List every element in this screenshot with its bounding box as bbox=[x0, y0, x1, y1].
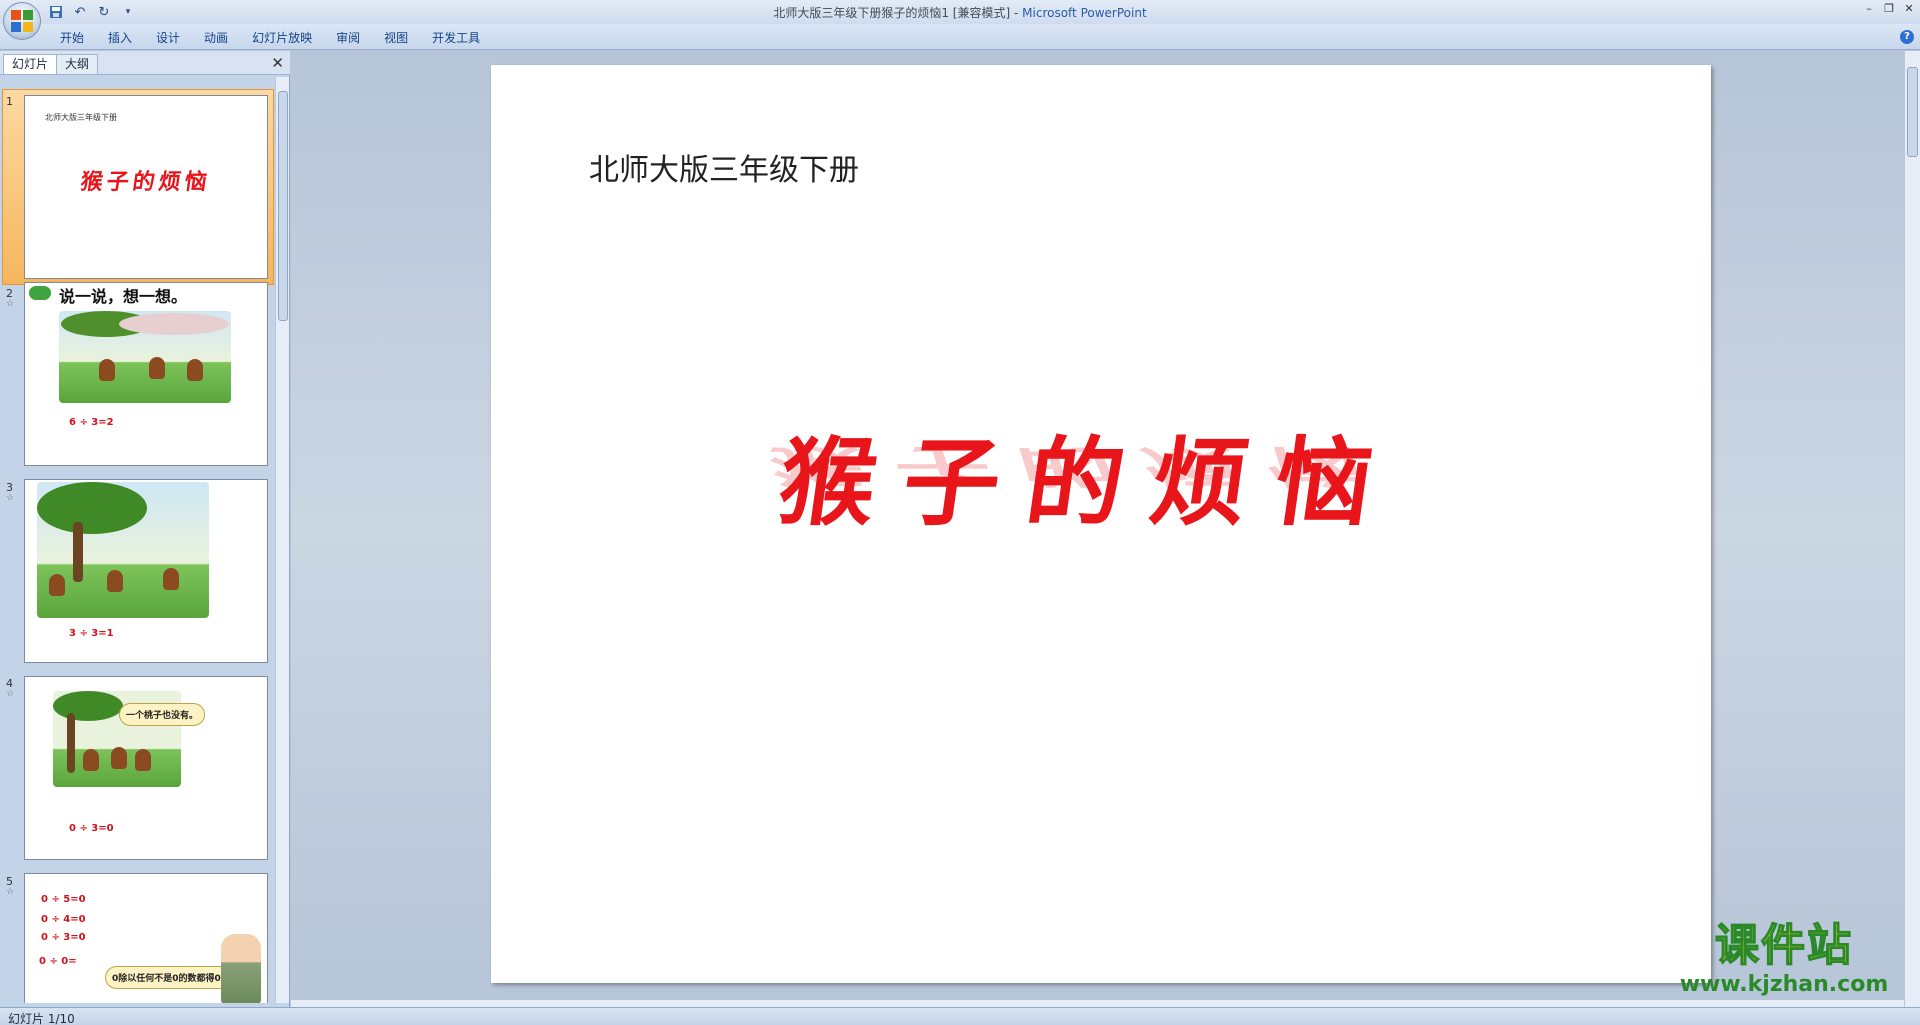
thumbnail-number: 1 bbox=[6, 95, 13, 108]
app-name: Microsoft PowerPoint bbox=[1022, 6, 1147, 20]
thumbnail-equation: 6 ÷ 3=2 bbox=[69, 417, 114, 428]
watermark-logo: 课件站 www.kjzhan.com bbox=[1664, 919, 1904, 1002]
slide-editor: 北师大版三年级下册 猴子的烦恼 猴子的烦恼 bbox=[291, 51, 1904, 1007]
close-icon[interactable]: ✕ bbox=[1902, 2, 1916, 16]
thumbnail-heading: 说一说，想一想。 bbox=[59, 287, 188, 306]
thumbnail-line: 0 ÷ 3=0 bbox=[41, 932, 86, 943]
thumbnail-slide-3[interactable]: 3 ÷ 3=1 bbox=[24, 479, 268, 663]
slide-title-reflection: 猴子的烦恼 bbox=[762, 440, 1399, 492]
tab-design[interactable]: 设计 bbox=[144, 29, 192, 47]
thumbnail-title: 猴子的烦恼 bbox=[78, 170, 213, 195]
office-logo-icon bbox=[11, 10, 33, 32]
thumbnail-subtitle: 北师大版三年级下册 bbox=[45, 113, 117, 122]
monkeys-tree-picture bbox=[59, 311, 231, 403]
help-icon[interactable]: ? bbox=[1900, 30, 1914, 44]
tab-home[interactable]: 开始 bbox=[48, 29, 96, 47]
close-pane-icon[interactable]: ✕ bbox=[271, 54, 284, 72]
tab-view[interactable]: 视图 bbox=[372, 29, 420, 47]
thumbnail-slide-2[interactable]: 说一说，想一想。 6 ÷ 3=2 bbox=[24, 282, 268, 466]
animation-star-icon: ☆ bbox=[6, 689, 15, 699]
animation-star-icon: ☆ bbox=[6, 887, 15, 897]
watermark-text: 课件站 bbox=[1714, 919, 1853, 972]
minimize-icon[interactable]: – bbox=[1862, 2, 1876, 16]
ribbon-tabs: 开始 插入 设计 动画 幻灯片放映 审阅 视图 开发工具 ? bbox=[0, 24, 1920, 50]
window-controls: – ❐ ✕ bbox=[1862, 2, 1916, 16]
monkeys-tree-picture bbox=[37, 482, 209, 618]
title-bar: ↶ ↻ ▾ 北师大版三年级下册猴子的烦恼1 [兼容模式] - Microsoft… bbox=[0, 0, 1920, 40]
green-bullet-icon bbox=[29, 286, 51, 300]
window-title: 北师大版三年级下册猴子的烦恼1 [兼容模式] - Microsoft Power… bbox=[773, 6, 1147, 20]
restore-icon[interactable]: ❐ bbox=[1882, 2, 1896, 16]
tab-outline[interactable]: 大纲 bbox=[56, 54, 99, 74]
thumbnail-scrollbar[interactable] bbox=[275, 77, 289, 1003]
tab-review[interactable]: 审阅 bbox=[324, 29, 372, 47]
thumbnail-list: 1 北师大版三年级下册 猴子的烦恼 2 ☆ 说一说，想一想。 6 ÷ 3=2 3… bbox=[0, 77, 276, 1003]
animation-star-icon: ☆ bbox=[6, 299, 15, 309]
thumbnail-slide-1[interactable]: 北师大版三年级下册 猴子的烦恼 bbox=[24, 95, 268, 279]
thumbnail-scrollbar-thumb[interactable] bbox=[278, 91, 288, 321]
status-bar: 幻灯片 1/10 bbox=[0, 1007, 1920, 1025]
document-title: 北师大版三年级下册猴子的烦恼1 [兼容模式] bbox=[773, 6, 1011, 20]
thumbnail-line: 0 ÷ 5=0 bbox=[41, 894, 86, 905]
editor-scrollbar-thumb[interactable] bbox=[1907, 67, 1918, 157]
slide-indicator: 幻灯片 1/10 bbox=[8, 1012, 75, 1025]
speech-bubble: 0除以任何不是0的数都得0。 bbox=[105, 966, 237, 989]
tab-developer[interactable]: 开发工具 bbox=[420, 29, 492, 47]
tab-slides[interactable]: 幻灯片 bbox=[3, 54, 58, 74]
tab-slideshow[interactable]: 幻灯片放映 bbox=[240, 29, 324, 47]
teacher-picture bbox=[221, 934, 261, 1003]
thumbnail-equation: 3 ÷ 3=1 bbox=[69, 628, 114, 639]
slides-pane: 幻灯片 大纲 ✕ 1 北师大版三年级下册 猴子的烦恼 2 ☆ 说一说，想一想。 … bbox=[0, 51, 290, 1007]
editor-scrollbar[interactable] bbox=[1904, 51, 1920, 1007]
current-slide[interactable]: 北师大版三年级下册 猴子的烦恼 猴子的烦恼 bbox=[491, 65, 1711, 983]
editor-horizontal-scrollbar[interactable] bbox=[291, 1000, 1904, 1007]
slide-subtitle[interactable]: 北师大版三年级下册 bbox=[589, 145, 859, 189]
thumbnail-line: 0 ÷ 4=0 bbox=[41, 914, 86, 925]
office-button[interactable] bbox=[3, 2, 41, 40]
thumbnail-equation: 0 ÷ 3=0 bbox=[69, 823, 114, 834]
thumbnail-slide-4[interactable]: 一个桃子也没有。 0 ÷ 3=0 bbox=[24, 676, 268, 860]
thumbnail-slide-5[interactable]: 0 ÷ 5=0 0 ÷ 4=0 0 ÷ 3=0 0 ÷ 0= 0除以任何不是0的… bbox=[24, 873, 268, 1003]
pane-tabs: 幻灯片 大纲 ✕ bbox=[0, 51, 290, 75]
speech-bubble: 一个桃子也没有。 bbox=[119, 703, 206, 726]
tab-insert[interactable]: 插入 bbox=[96, 29, 144, 47]
watermark-url: www.kjzhan.com bbox=[1679, 972, 1889, 997]
animation-star-icon: ☆ bbox=[6, 493, 15, 503]
thumbnail-line: 0 ÷ 0= bbox=[39, 956, 77, 967]
tab-animation[interactable]: 动画 bbox=[192, 29, 240, 47]
